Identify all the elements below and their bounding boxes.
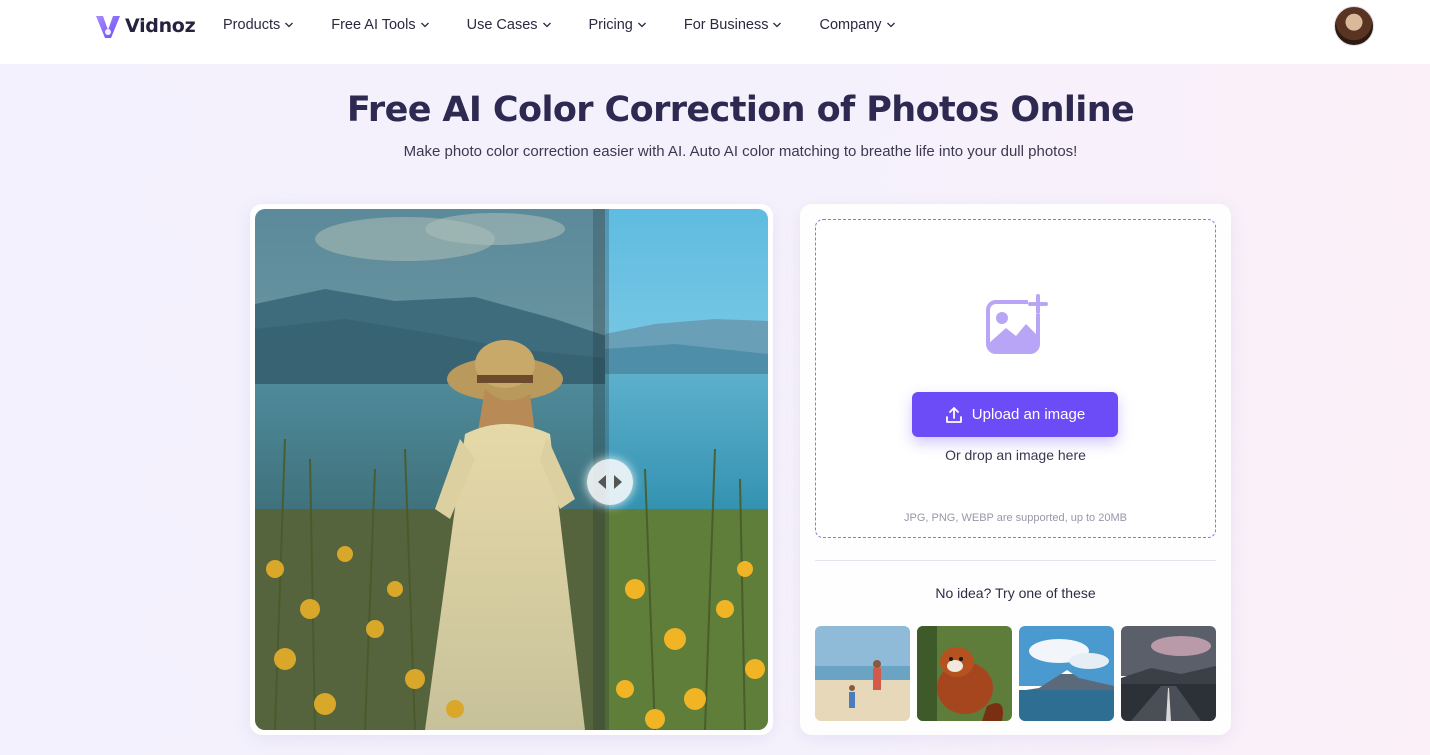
nav-company[interactable]: Company	[819, 17, 895, 33]
nav-label: Company	[819, 17, 882, 33]
sample-image-road-sunset[interactable]	[1121, 626, 1216, 721]
user-avatar[interactable]	[1334, 6, 1374, 46]
nav-free-ai-tools[interactable]: Free AI Tools	[331, 17, 429, 33]
nav-label: Use Cases	[466, 17, 538, 33]
brand-name: Vidnoz	[125, 15, 196, 37]
divider	[815, 560, 1216, 561]
image-dropzone[interactable]: Upload an image Or drop an image here JP…	[815, 219, 1216, 538]
add-image-icon	[986, 294, 1048, 354]
chevron-down-icon	[773, 22, 782, 28]
compare-arrows-icon	[598, 475, 622, 489]
try-samples-label: No idea? Try one of these	[935, 585, 1096, 601]
drop-hint: Or drop an image here	[945, 447, 1086, 463]
nav-products[interactable]: Products	[223, 17, 294, 33]
nav-label: Pricing	[588, 17, 633, 33]
chevron-down-icon	[285, 22, 294, 28]
page-title: Free AI Color Correction of Photos Onlin…	[346, 90, 1135, 130]
page-subtitle: Make photo color correction easier with …	[403, 143, 1078, 160]
nav-label: Products	[223, 17, 281, 33]
upload-button-label: Upload an image	[971, 406, 1086, 423]
upload-image-button[interactable]: Upload an image	[912, 392, 1118, 437]
before-after-image	[255, 209, 768, 730]
sample-image-beach-kids[interactable]	[815, 626, 910, 721]
sample-images	[815, 626, 1216, 721]
main-nav: Products Free AI Tools Use Cases Pricing…	[223, 14, 933, 36]
compare-slider-handle[interactable]	[587, 459, 633, 505]
vidnoz-logo-icon	[96, 16, 120, 38]
chevron-down-icon	[420, 22, 429, 28]
vidnoz-logo[interactable]: Vidnoz	[93, 10, 196, 42]
nav-for-business[interactable]: For Business	[684, 17, 783, 33]
chevron-down-icon	[886, 22, 895, 28]
chevron-down-icon	[637, 22, 646, 28]
nav-label: Free AI Tools	[331, 17, 416, 33]
nav-use-cases[interactable]: Use Cases	[467, 17, 552, 33]
supported-formats-note: JPG, PNG, WEBP are supported, up to 20MB	[904, 512, 1127, 524]
upload-panel: Upload an image Or drop an image here JP…	[800, 204, 1231, 735]
chevron-down-icon	[542, 22, 551, 28]
sample-image-mountain-lake[interactable]	[1019, 626, 1114, 721]
upload-icon	[945, 406, 962, 423]
sample-image-red-panda[interactable]	[917, 626, 1012, 721]
nav-label: For Business	[683, 17, 769, 33]
top-navbar: Vidnoz Products Free AI Tools Use Cases …	[0, 0, 1430, 64]
before-after-preview	[250, 204, 773, 735]
nav-pricing[interactable]: Pricing	[589, 17, 647, 33]
